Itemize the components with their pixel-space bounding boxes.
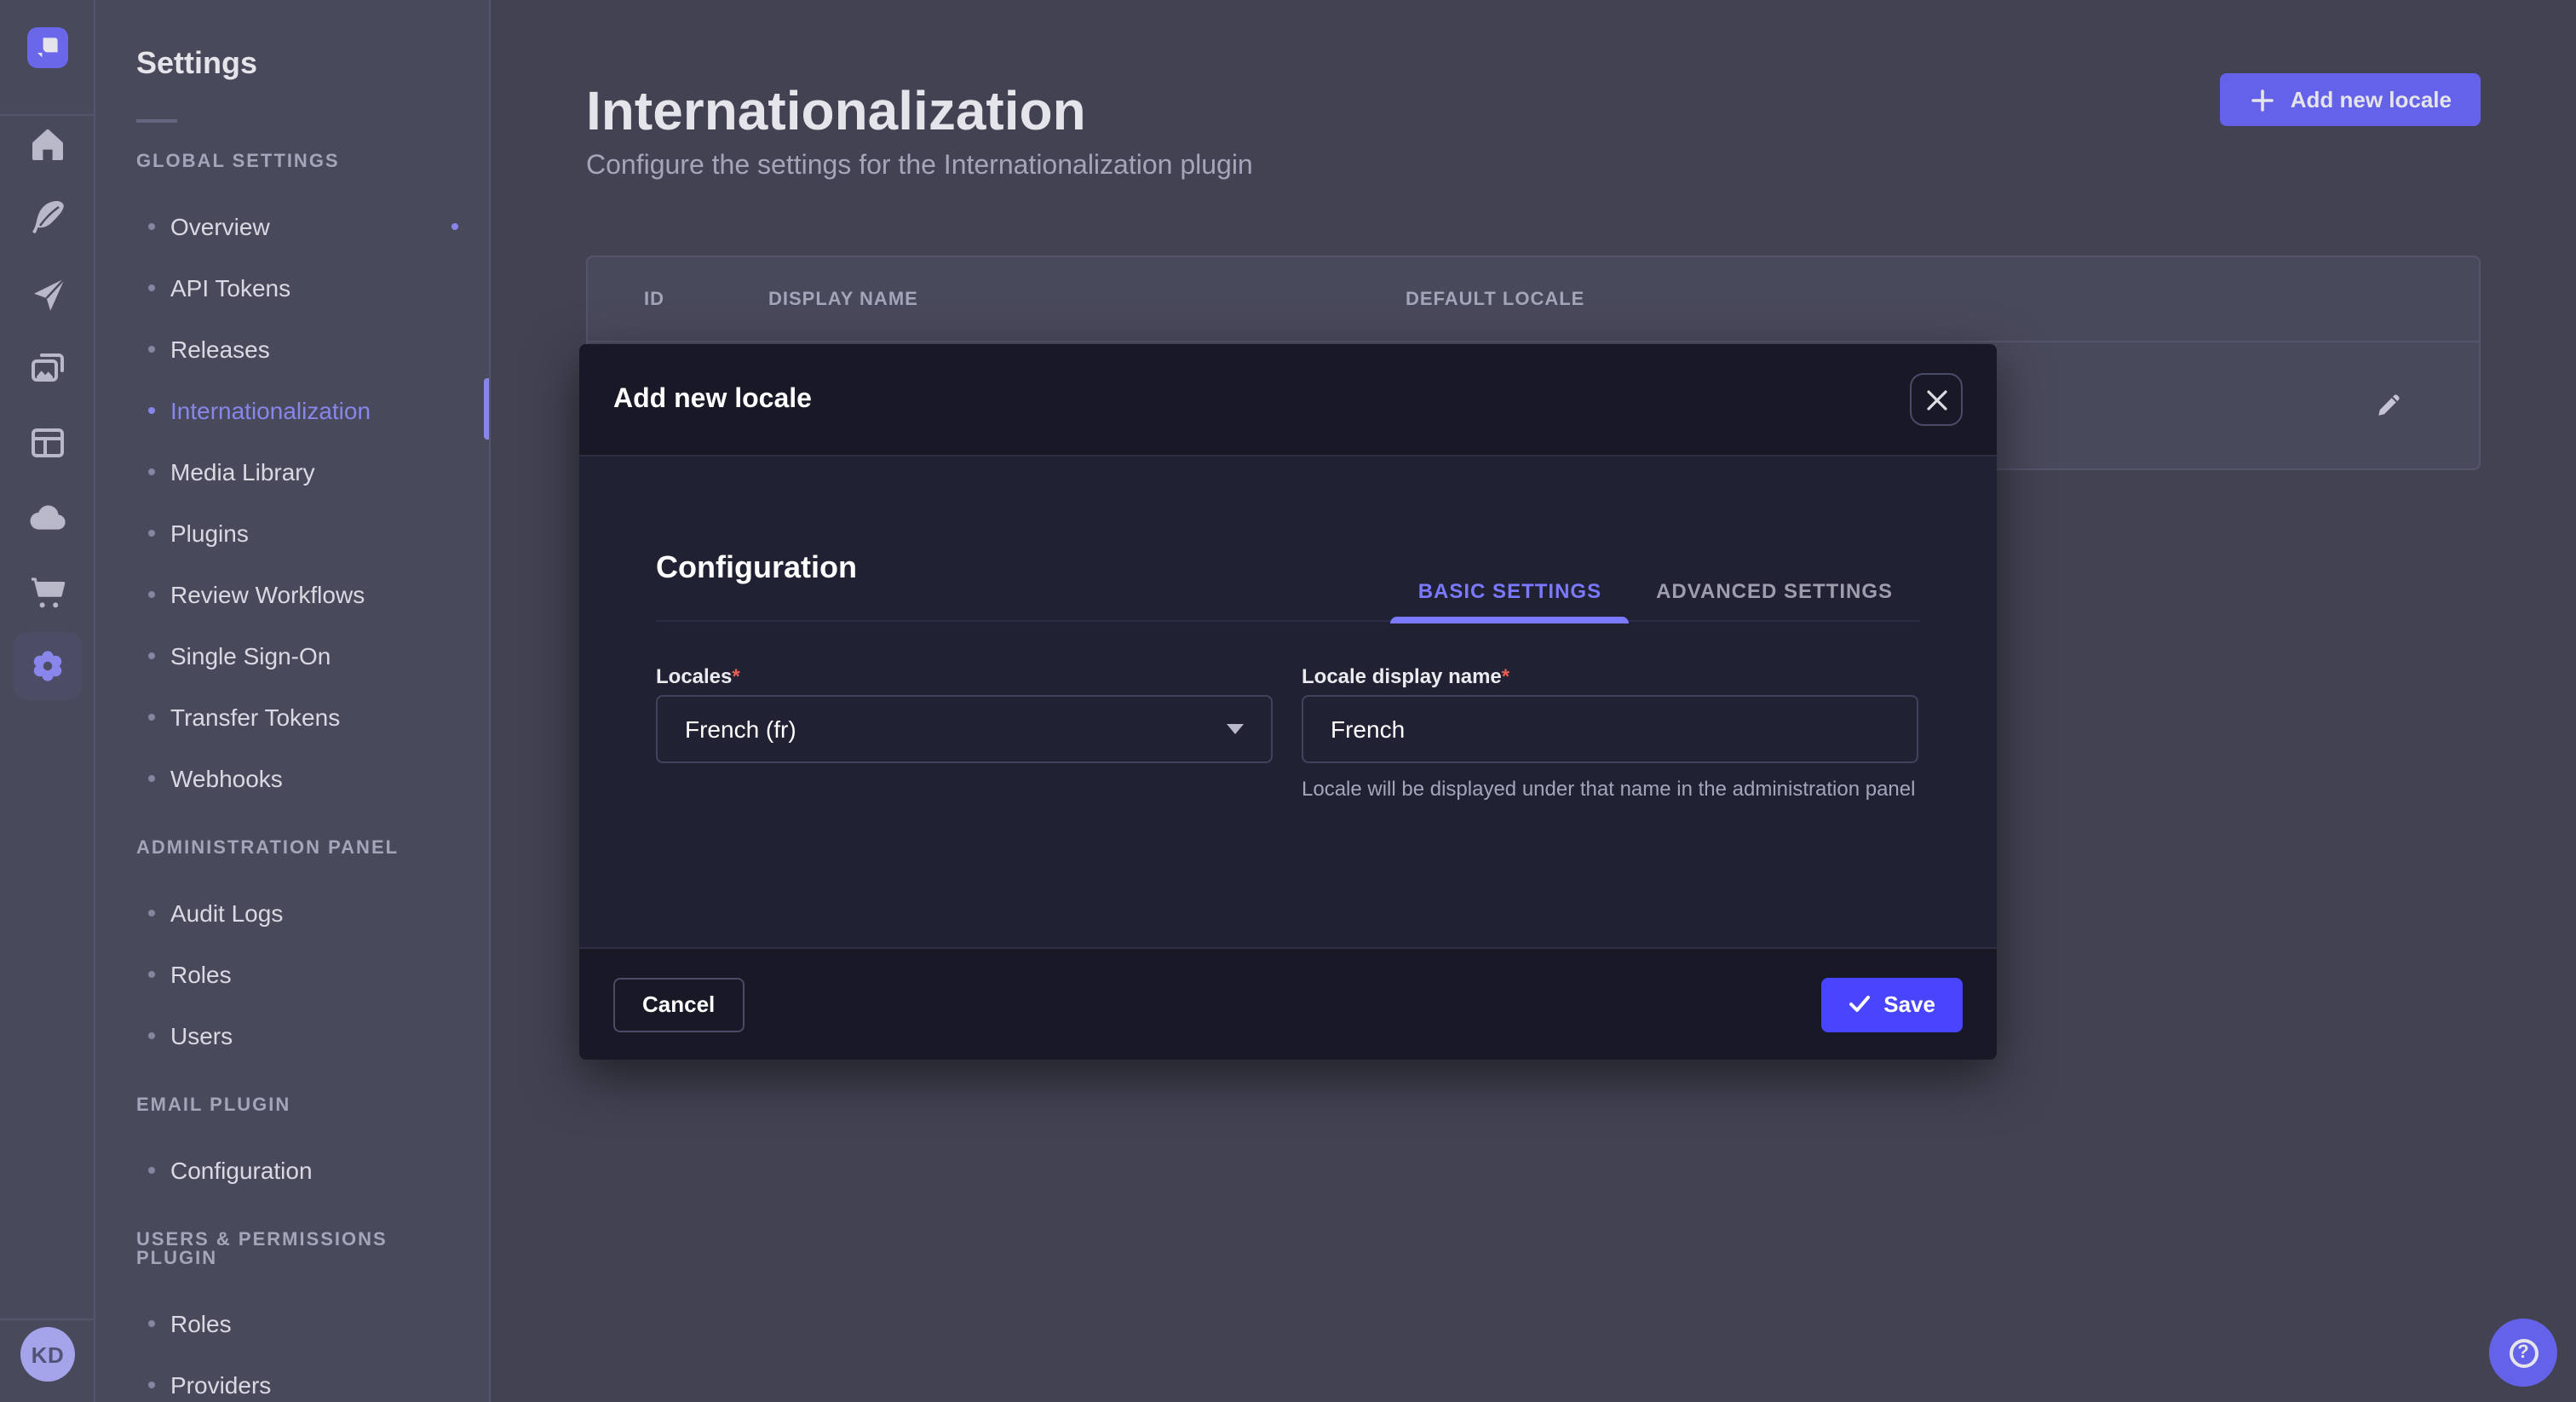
display-name-field: Locale display name* Locale will be disp… — [1302, 664, 1918, 823]
close-icon — [1926, 389, 1946, 410]
configuration-header: Configuration BASIC SETTINGS ADVANCED SE… — [656, 549, 1920, 622]
display-name-label: Locale display name* — [1302, 664, 1918, 688]
display-name-hint: Locale will be displayed under that name… — [1302, 775, 1918, 802]
modal-body: Configuration BASIC SETTINGS ADVANCED SE… — [579, 457, 1997, 947]
modal-title: Add new locale — [613, 384, 812, 415]
settings-tabs: BASIC SETTINGS ADVANCED SETTINGS — [1391, 549, 1920, 622]
cancel-button[interactable]: Cancel — [613, 977, 744, 1031]
locales-select[interactable]: French (fr) — [656, 695, 1273, 763]
add-locale-modal: Add new locale Configuration BASIC SETTI… — [579, 344, 1997, 1060]
modal-header: Add new locale — [579, 344, 1997, 457]
save-label: Save — [1883, 991, 1935, 1017]
locales-select-value: French (fr) — [685, 715, 796, 743]
check-icon — [1848, 995, 1870, 1014]
modal-footer: Cancel Save — [579, 947, 1997, 1060]
chevron-down-icon — [1227, 724, 1244, 734]
locales-field: Locales* French (fr) — [656, 664, 1273, 823]
strapi-admin: KD Settings GLOBAL SETTINGS Overview — [0, 0, 2576, 1402]
close-button[interactable] — [1910, 373, 1963, 426]
save-button[interactable]: Save — [1820, 977, 1963, 1031]
tab-basic-settings[interactable]: BASIC SETTINGS — [1391, 549, 1629, 622]
required-asterisk: * — [732, 664, 739, 688]
required-asterisk: * — [1502, 664, 1509, 688]
locales-label: Locales* — [656, 664, 1273, 688]
locale-form: Locales* French (fr) Locale display name… — [656, 664, 1920, 823]
display-name-input[interactable] — [1302, 695, 1918, 763]
tab-advanced-settings[interactable]: ADVANCED SETTINGS — [1629, 549, 1920, 622]
